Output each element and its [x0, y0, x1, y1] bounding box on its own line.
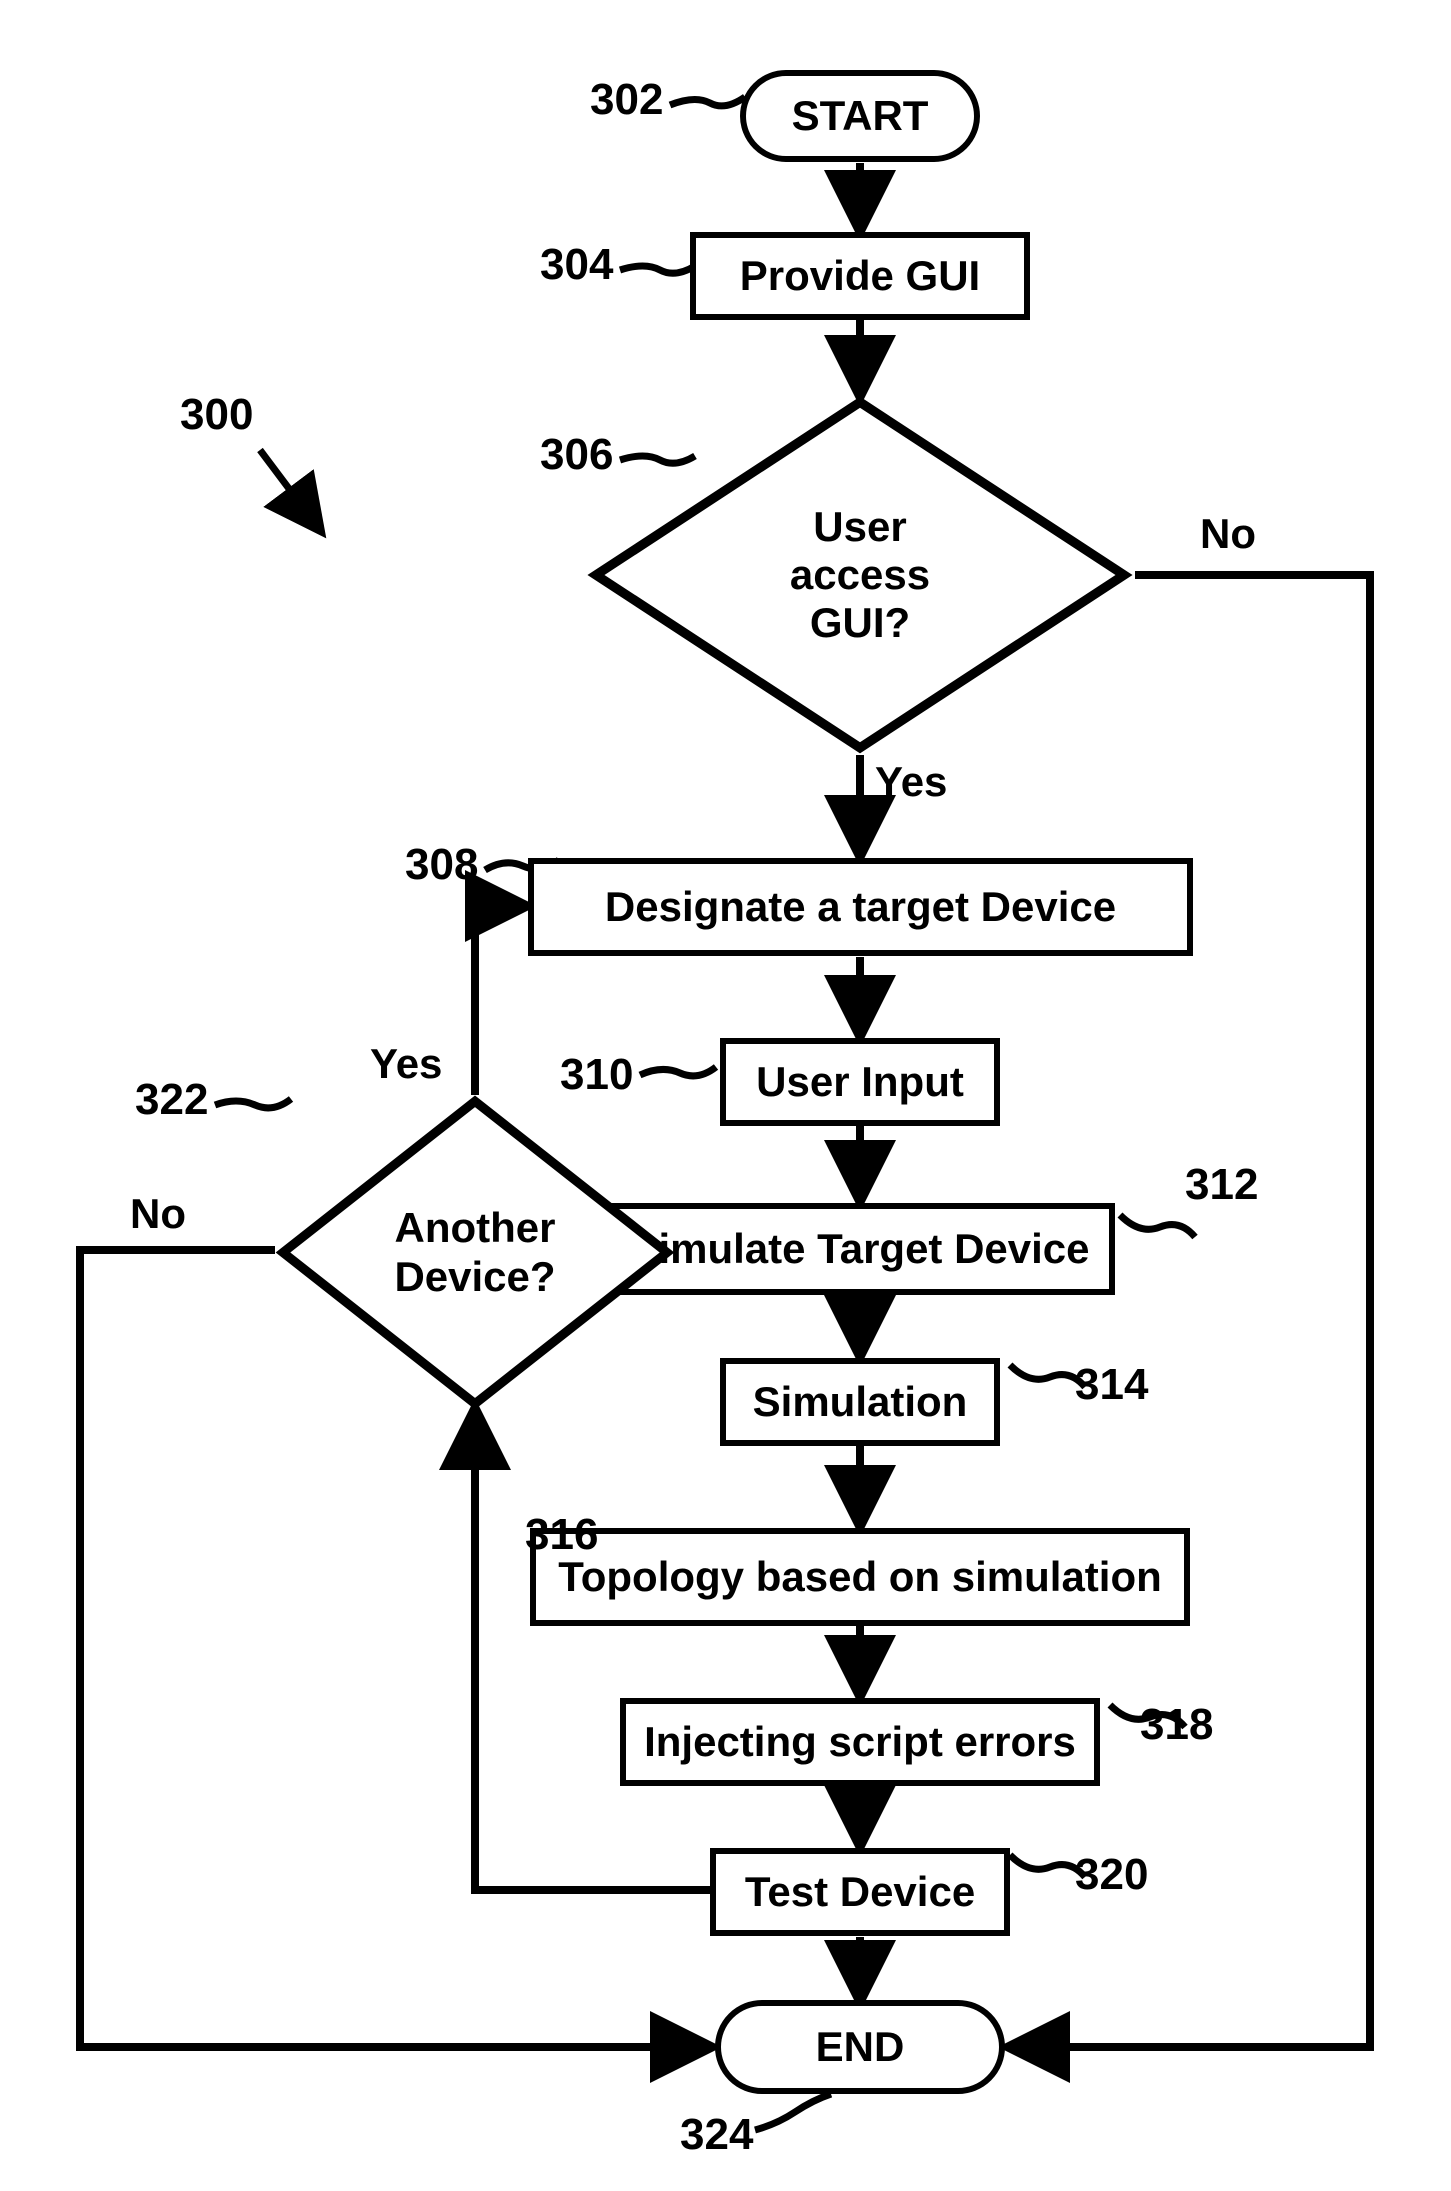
ref-310: 310 — [560, 1050, 633, 1100]
node-designate-target: Designate a target Device — [528, 858, 1193, 956]
node-simulation: Simulation — [720, 1358, 1000, 1446]
node-simulate-target-text: Simulate Target Device — [630, 1225, 1089, 1273]
node-start-text: START — [792, 92, 929, 140]
node-another-device-text: Another Device? — [394, 1204, 555, 1301]
node-inject-errors-text: Injecting script errors — [644, 1718, 1076, 1766]
ref-312: 312 — [1185, 1160, 1258, 1210]
ref-324: 324 — [680, 2110, 753, 2160]
ref-304: 304 — [540, 240, 613, 290]
ref-308: 308 — [405, 840, 478, 890]
node-provide-gui-text: Provide GUI — [740, 252, 980, 300]
node-end-text: END — [816, 2023, 905, 2071]
ref-320: 320 — [1075, 1850, 1148, 1900]
node-topology-text: Topology based on simulation — [558, 1553, 1162, 1601]
node-designate-target-text: Designate a target Device — [605, 883, 1116, 931]
node-another-device: Another Device? — [275, 1095, 675, 1410]
node-simulate-target: Simulate Target Device — [605, 1203, 1115, 1295]
node-user-access-gui: User access GUI? — [585, 395, 1135, 755]
edge-another-yes: Yes — [370, 1040, 442, 1088]
node-start: START — [740, 70, 980, 162]
node-user-input-text: User Input — [756, 1058, 964, 1106]
ref-302: 302 — [590, 75, 663, 125]
flowchart-canvas: 300 START 302 Provide GUI 304 User acces… — [0, 0, 1451, 2191]
node-user-access-gui-text: User access GUI? — [790, 503, 930, 648]
ref-322: 322 — [135, 1075, 208, 1125]
node-provide-gui: Provide GUI — [690, 232, 1030, 320]
node-test-device-text: Test Device — [745, 1868, 975, 1916]
node-topology: Topology based on simulation — [530, 1528, 1190, 1626]
node-test-device: Test Device — [710, 1848, 1010, 1936]
node-inject-errors: Injecting script errors — [620, 1698, 1100, 1786]
ref-306: 306 — [540, 430, 613, 480]
node-user-input: User Input — [720, 1038, 1000, 1126]
node-end: END — [715, 2000, 1005, 2094]
ref-316: 316 — [525, 1510, 598, 1560]
edge-user-access-no: No — [1200, 510, 1256, 558]
ref-314: 314 — [1075, 1360, 1148, 1410]
figure-ref: 300 — [180, 390, 253, 440]
edge-another-no: No — [130, 1190, 186, 1238]
ref-318: 318 — [1140, 1700, 1213, 1750]
edge-user-access-yes: Yes — [875, 758, 947, 806]
node-simulation-text: Simulation — [753, 1378, 968, 1426]
